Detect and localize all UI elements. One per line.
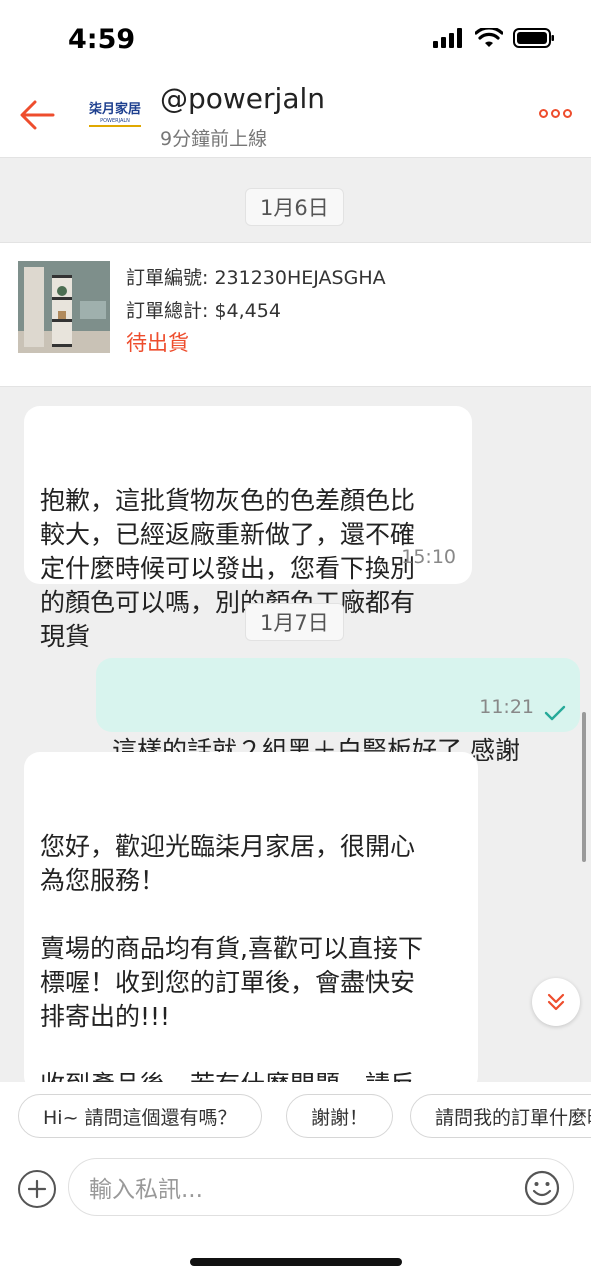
scroll-to-bottom-button[interactable] bbox=[532, 978, 580, 1026]
chat-username[interactable]: @powerjaln bbox=[160, 82, 325, 115]
quick-reply-chip[interactable]: Hi~ 請問這個還有嗎？ bbox=[18, 1094, 262, 1138]
status-time: 4:59 bbox=[68, 24, 136, 55]
plus-icon bbox=[27, 1179, 47, 1199]
double-chevron-down-icon bbox=[547, 993, 565, 1011]
status-icons bbox=[433, 28, 555, 48]
order-card[interactable]: 訂單編號: 231230HEJASGHA 訂單總計: $4,454 待出貨 bbox=[0, 242, 591, 387]
battery-icon bbox=[513, 28, 554, 48]
add-attachment-button[interactable] bbox=[18, 1170, 56, 1208]
chat-header: 柒月家居 POWERJALN @powerjaln 9分鐘前上線 bbox=[0, 80, 591, 158]
shop-logo-text: 柒月家居 bbox=[88, 101, 141, 117]
message-input-bar: 輸入私訊... bbox=[0, 1148, 591, 1280]
scrollbar[interactable] bbox=[582, 712, 586, 862]
more-options-button[interactable] bbox=[533, 98, 577, 128]
message-time: 11:21 bbox=[479, 696, 534, 718]
date-separator: 1月7日 bbox=[245, 603, 344, 641]
read-check-icon bbox=[544, 705, 566, 721]
quick-reply-chip[interactable]: 謝謝！ bbox=[286, 1094, 394, 1138]
message-bubble-outgoing[interactable]: 這樣的話就２組黑＋白豎板好了 感謝 11:21 bbox=[96, 658, 580, 765]
shop-logo-subtext: POWERJALN bbox=[100, 117, 130, 124]
home-indicator[interactable] bbox=[190, 1258, 402, 1266]
date-separator: 1月6日 bbox=[245, 188, 344, 226]
message-bubble-incoming[interactable]: 您好，歡迎光臨柒月家居，很開心 為您服務！ 賣場的商品均有貨,喜歡可以直接下 標… bbox=[24, 752, 478, 1167]
message-bubble-incoming[interactable]: 抱歉，這批貨物灰色的色差顏色比 較大，已經返廠重新做了，還不確 定什麼時候可以發… bbox=[24, 406, 472, 651]
more-dot-icon bbox=[550, 108, 560, 118]
back-button[interactable] bbox=[14, 92, 60, 138]
quick-reply-chip[interactable]: 請問我的訂單什麼時候出貨 bbox=[410, 1094, 591, 1138]
order-number: 訂單編號: 231230HEJASGHA bbox=[126, 267, 386, 289]
status-bar: 4:59 bbox=[0, 0, 591, 80]
shop-logo-underline bbox=[89, 124, 141, 127]
online-status: 9分鐘前上線 bbox=[160, 128, 268, 150]
order-total: 訂單總計: $4,454 bbox=[126, 300, 281, 322]
more-dot-icon bbox=[538, 108, 548, 118]
order-status: 待出貨 bbox=[126, 331, 189, 355]
shop-avatar[interactable]: 柒月家居 POWERJALN bbox=[86, 92, 144, 132]
message-time: 15:10 bbox=[401, 546, 456, 568]
back-arrow-icon bbox=[20, 100, 55, 130]
emoji-icon[interactable] bbox=[524, 1170, 560, 1206]
wifi-icon bbox=[475, 28, 503, 47]
more-dot-icon bbox=[562, 108, 572, 118]
order-product-image bbox=[18, 261, 110, 353]
quick-reply-bar: Hi~ 請問這個還有嗎？ 謝謝！ 請問我的訂單什麼時候出貨 bbox=[0, 1082, 591, 1148]
signal-icon bbox=[433, 28, 462, 48]
message-input[interactable]: 輸入私訊... bbox=[68, 1158, 574, 1216]
